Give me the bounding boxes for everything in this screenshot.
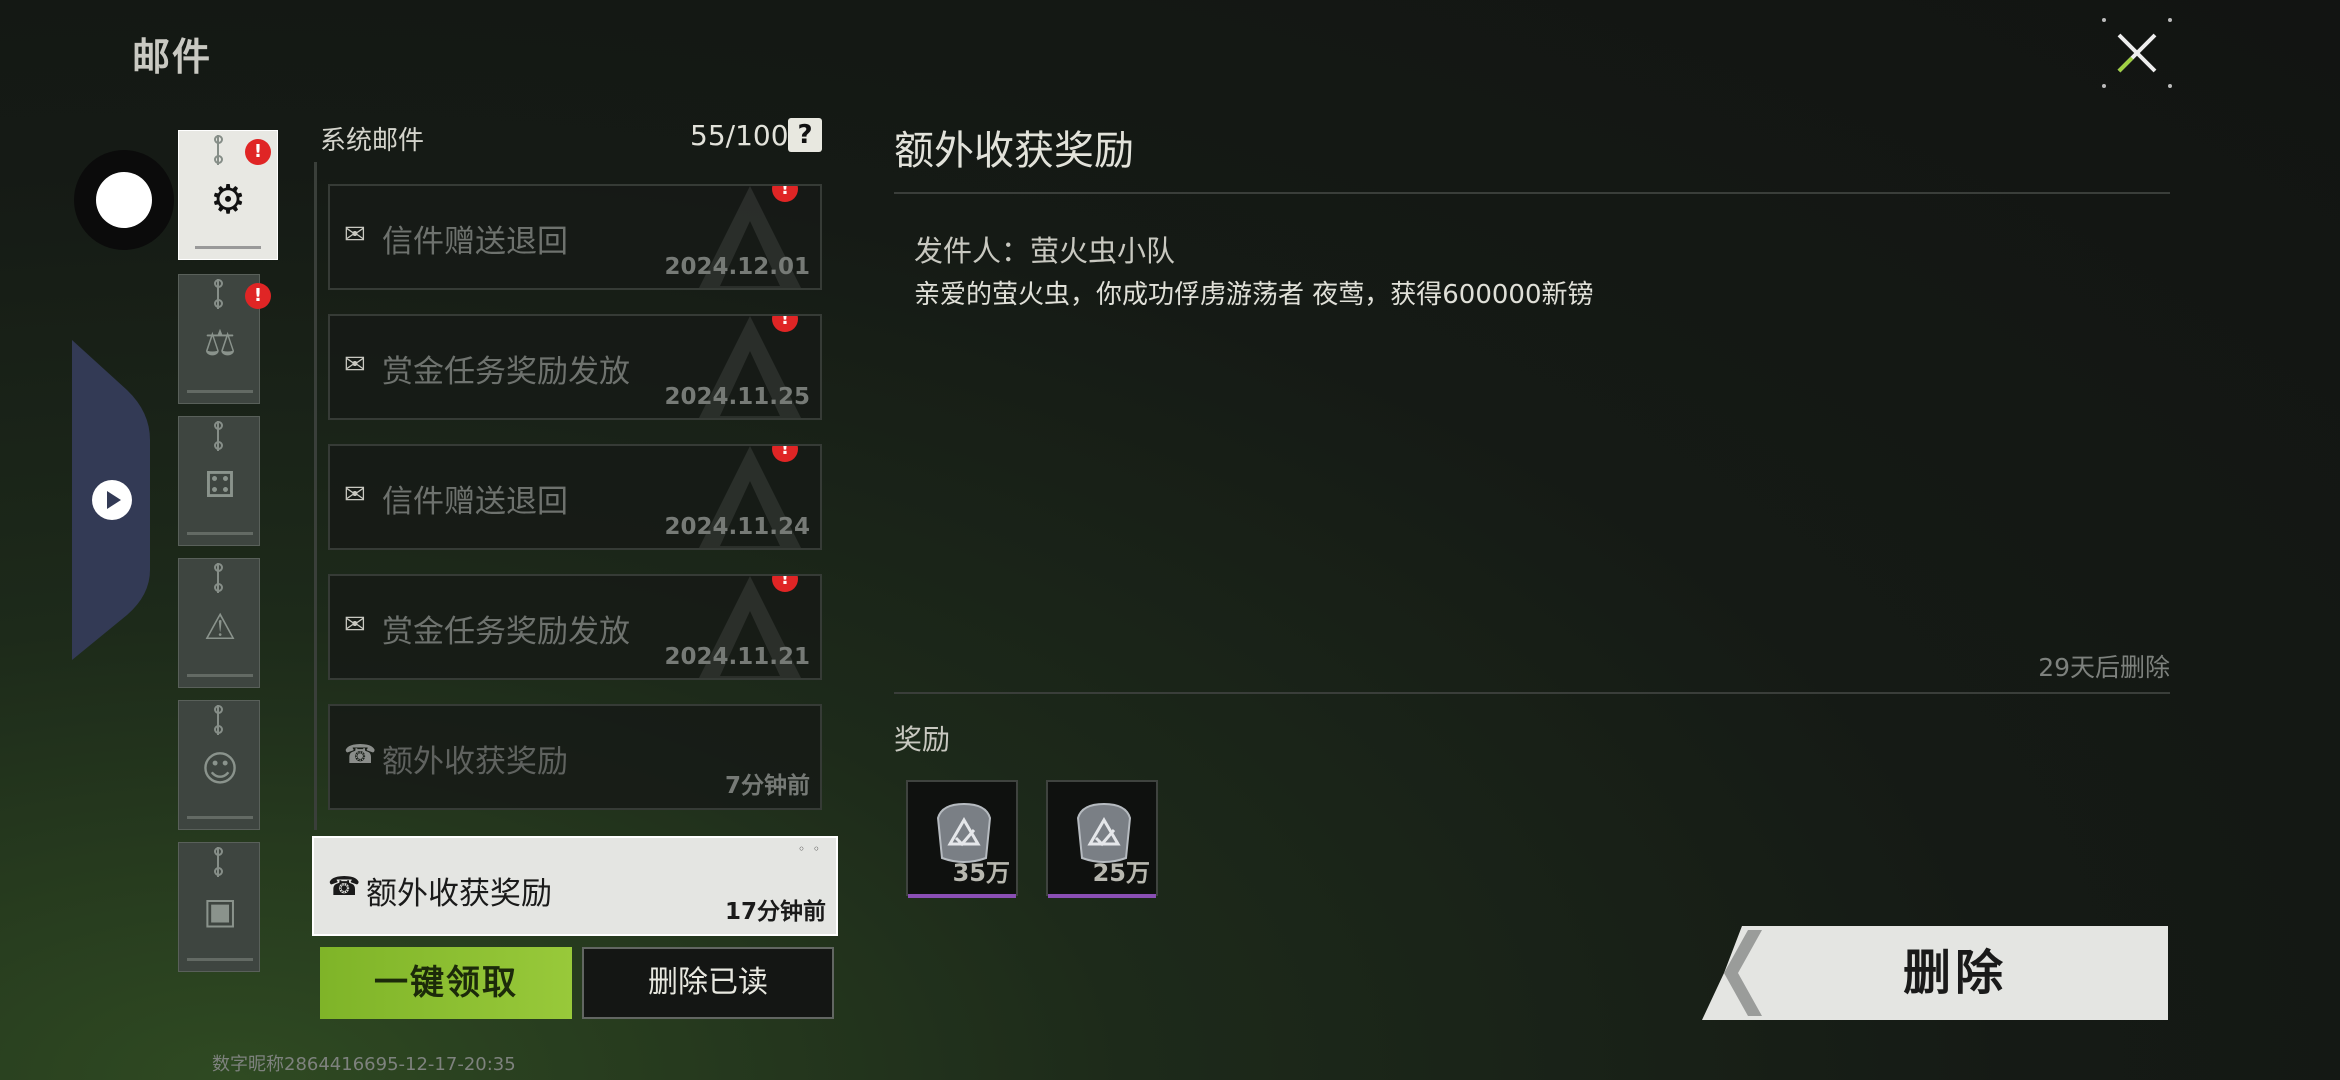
- envelope-icon: ✉: [344, 220, 366, 250]
- mail-count: 55/100: [690, 119, 789, 152]
- mail-item[interactable]: ✉ 信件赠送退回 2024.11.24 !: [328, 444, 822, 550]
- envelope-icon: ✉: [344, 350, 366, 380]
- mail-item[interactable]: ✉ 赏金任务奖励发放 2024.11.25 !: [328, 314, 822, 420]
- backpack-icon: ▣: [202, 891, 237, 932]
- mail-subject: 额外收获奖励: [382, 744, 568, 780]
- mail-date: 2024.11.25: [664, 384, 810, 410]
- expire-notice: 29天后删除: [2038, 653, 2170, 682]
- category-tab-character[interactable]: ☺: [178, 700, 260, 830]
- gift-icon: ☎: [344, 740, 377, 770]
- dice-icon: ⚃: [204, 465, 236, 506]
- rewards-label: 奖励: [894, 723, 951, 756]
- category-tab-system[interactable]: ⚙ !: [178, 130, 278, 260]
- avatar-icon: ☺: [201, 749, 239, 790]
- help-icon[interactable]: ?: [788, 118, 822, 152]
- gavel-icon: ⚖: [203, 323, 237, 364]
- warning-icon: ⚠: [203, 607, 237, 648]
- mail-subject: 额外收获奖励: [366, 876, 552, 912]
- mail-date: 2024.11.24: [664, 514, 810, 540]
- scrollbar[interactable]: [314, 162, 317, 830]
- mail-list-label: 系统邮件: [320, 126, 425, 156]
- user-id-watermark: 数字昵称2864416695-12-17-20:35: [212, 1054, 516, 1075]
- reward-quantity: 35万: [952, 859, 1010, 887]
- mail-detail-title: 额外收获奖励: [894, 128, 1134, 174]
- reward-item[interactable]: 25万: [1046, 780, 1158, 898]
- mail-body: 亲爱的萤火虫，你成功俘虏游荡者 夜莺，获得600000新镑: [914, 280, 1594, 310]
- unread-badge: !: [245, 139, 271, 165]
- category-tab-bounty[interactable]: ⚖ !: [178, 274, 271, 404]
- mail-subject: 赏金任务奖励发放: [382, 614, 630, 650]
- mail-item[interactable]: ☎ 额外收获奖励 7分钟前: [328, 704, 822, 810]
- side-drawer-handle[interactable]: [72, 340, 152, 660]
- mail-subject: 赏金任务奖励发放: [382, 354, 630, 390]
- divider: [894, 192, 2170, 194]
- unread-badge: !: [245, 283, 271, 309]
- floating-assistant-button[interactable]: [74, 150, 174, 250]
- reward-item[interactable]: 35万: [906, 780, 1018, 898]
- gift-icon: ☎: [328, 872, 361, 902]
- mail-date: 17分钟前: [724, 899, 826, 925]
- play-icon: [92, 480, 132, 520]
- mail-date: 2024.12.01: [664, 254, 810, 280]
- divider: [894, 692, 2170, 694]
- mail-sender: 发件人：萤火虫小队: [914, 234, 1176, 268]
- category-tab-dice[interactable]: ⚃: [178, 416, 260, 546]
- claim-all-button[interactable]: 一键领取: [320, 947, 572, 1019]
- delete-read-button[interactable]: 删除已读: [582, 947, 834, 1019]
- gear-icon: ⚙: [210, 177, 246, 223]
- mail-date: 2024.11.21: [664, 644, 810, 670]
- delete-button[interactable]: 删除: [1702, 926, 2168, 1020]
- mail-date: 7分钟前: [724, 773, 810, 799]
- envelope-icon: ✉: [344, 480, 366, 510]
- category-tab-backpack[interactable]: ▣: [178, 842, 260, 972]
- category-tab-warning[interactable]: ⚠: [178, 558, 260, 688]
- mail-item[interactable]: ✉ 信件赠送退回 2024.12.01 !: [328, 184, 822, 290]
- reward-quantity: 25万: [1092, 859, 1150, 887]
- mail-item-selected[interactable]: ◦ ◦ ☎ 额外收获奖励 17分钟前: [312, 836, 838, 936]
- close-button[interactable]: [2102, 18, 2172, 88]
- mail-subject: 信件赠送退回: [382, 224, 568, 260]
- close-icon: [2117, 33, 2157, 73]
- envelope-icon: ✉: [344, 610, 366, 640]
- mail-item[interactable]: ✉ 赏金任务奖励发放 2024.11.21 !: [328, 574, 822, 680]
- mail-subject: 信件赠送退回: [382, 484, 568, 520]
- page-title: 邮件: [132, 35, 213, 79]
